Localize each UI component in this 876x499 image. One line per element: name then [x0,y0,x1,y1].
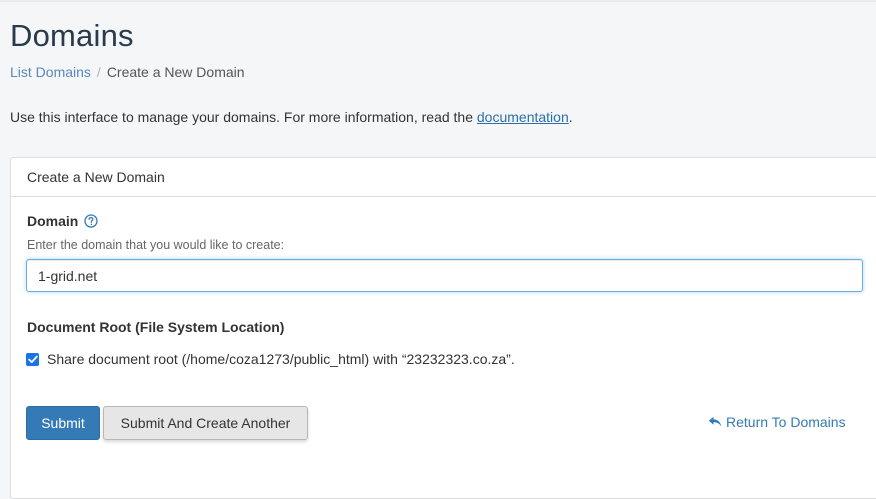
panel-heading: Create a New Domain [11,158,876,197]
breadcrumb-separator: / [96,64,101,80]
intro-suffix: . [568,109,573,125]
domain-label-row: Domain [27,213,98,229]
document-root-label: Document Root (File System Location) [27,319,285,335]
intro-text-body: Use this interface to manage your domain… [10,109,477,125]
share-docroot-checkbox[interactable] [26,352,39,366]
documentation-link[interactable]: documentation [477,109,569,125]
page-title: Domains [10,18,134,53]
checkmark-icon [27,355,38,363]
top-border [0,0,876,2]
breadcrumb-current: Create a New Domain [106,64,245,80]
breadcrumb: List Domains / Create a New Domain [10,64,245,80]
create-domain-panel: Create a New Domain Domain Enter the dom… [10,157,876,499]
domain-input[interactable] [26,259,863,292]
domain-label: Domain [27,213,79,229]
submit-and-create-another-button[interactable]: Submit And Create Another [103,406,308,440]
submit-button[interactable]: Submit [26,406,100,440]
breadcrumb-list-domains[interactable]: List Domains [10,64,91,80]
share-docroot-label: Share document root (/home/coza1273/publ… [47,351,515,367]
return-to-domains-link[interactable]: Return To Domains [708,414,846,430]
return-to-domains-label: Return To Domains [726,414,846,430]
intro-text: Use this interface to manage your domain… [10,109,573,125]
share-docroot-row: Share document root (/home/coza1273/publ… [26,351,515,367]
domain-hint: Enter the domain that you would like to … [27,238,285,252]
reply-arrow-icon [708,416,722,427]
question-circle-icon[interactable] [84,214,98,228]
